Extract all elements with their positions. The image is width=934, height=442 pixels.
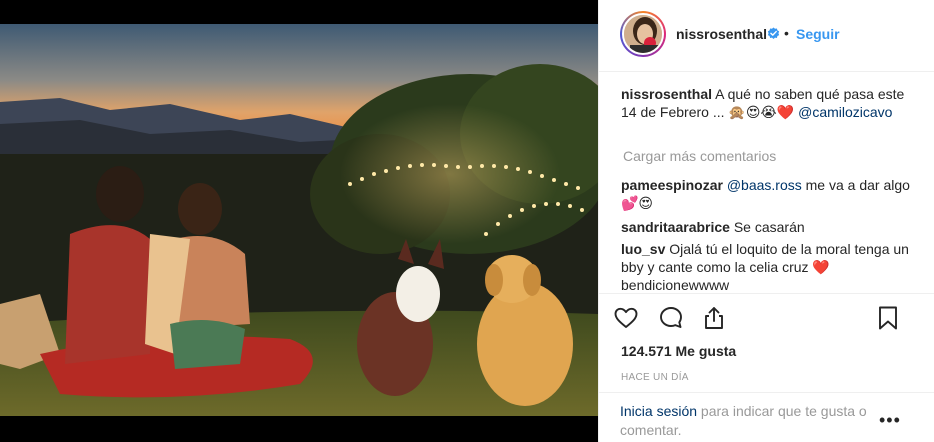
comment-username[interactable]: sandritaarabrice (621, 219, 730, 235)
caption-mention[interactable]: @camilozicavo (798, 104, 892, 120)
header-separator: • (784, 25, 789, 41)
caption-username[interactable]: nissrosenthal (621, 86, 712, 102)
photo-column (0, 0, 598, 442)
comment-mention[interactable]: @baas.ross (727, 177, 802, 193)
likes-count[interactable]: 124.571 Me gusta (621, 343, 736, 359)
comment-username[interactable]: pameespinozar (621, 177, 723, 193)
comment-item: luo_sv Ojalá tú el loquito de la moral t… (621, 240, 911, 293)
login-prompt-text: Inicia sesión para indicar que te gusta … (620, 402, 890, 440)
speech-bubble-icon[interactable] (658, 305, 684, 331)
more-options-icon[interactable]: ••• (879, 410, 901, 431)
post-header: nissrosenthal • Seguir (599, 0, 934, 72)
follow-button[interactable]: Seguir (796, 26, 840, 42)
comment-text: Se casarán (733, 219, 805, 235)
heart-outline-icon[interactable] (613, 305, 639, 331)
avatar[interactable] (622, 13, 664, 55)
login-prompt: Inicia sesión para indicar que te gusta … (599, 392, 934, 442)
avatar-story-ring[interactable] (620, 11, 666, 57)
post-caption: nissrosenthal A qué no saben qué pasa es… (621, 85, 911, 121)
comment-text: Ojalá tú el loquito de la moral tenga un… (621, 241, 909, 293)
post-photo-image (0, 24, 598, 416)
comment-item: sandritaarabrice Se casarán (621, 218, 911, 236)
action-bar (599, 293, 934, 343)
login-link[interactable]: Inicia sesión (620, 403, 697, 419)
avatar-image (624, 15, 662, 53)
comment-item: pameespinozar @baas.ross me va a dar alg… (621, 176, 911, 212)
comment-username[interactable]: luo_sv (621, 241, 665, 257)
instagram-post: nissrosenthal • Seguir nissrosenthal A q… (0, 0, 934, 442)
post-sidebar: nissrosenthal • Seguir nissrosenthal A q… (598, 0, 934, 442)
post-timestamp[interactable]: HACE UN DÍA (621, 372, 689, 383)
comments-list[interactable]: nissrosenthal A qué no saben qué pasa es… (599, 73, 934, 293)
bookmark-icon[interactable] (875, 305, 901, 331)
post-author-username[interactable]: nissrosenthal (676, 26, 767, 42)
share-icon[interactable] (701, 305, 727, 331)
load-more-comments-button[interactable]: Cargar más comentarios (623, 148, 776, 164)
post-photo[interactable] (0, 24, 598, 416)
verified-badge-icon (767, 27, 780, 39)
